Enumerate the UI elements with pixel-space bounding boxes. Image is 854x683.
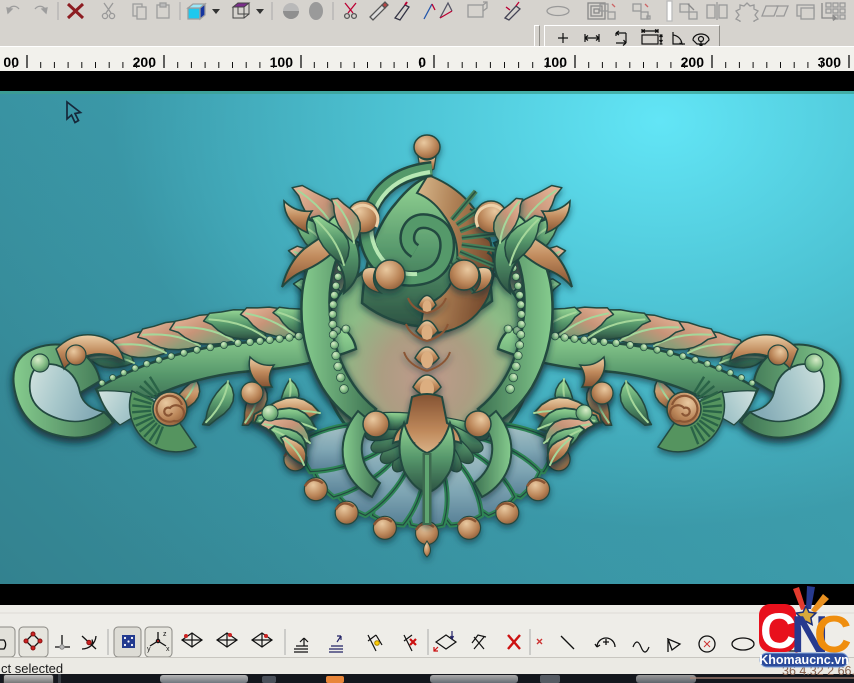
svg-text:00: 00 xyxy=(3,54,19,70)
svg-text:z: z xyxy=(163,631,167,638)
svg-text:x: x xyxy=(166,646,170,653)
svg-text:Khomaucnc.vn: Khomaucnc.vn xyxy=(759,653,849,667)
svg-text:y: y xyxy=(147,646,151,653)
svg-text:0: 0 xyxy=(418,54,426,70)
